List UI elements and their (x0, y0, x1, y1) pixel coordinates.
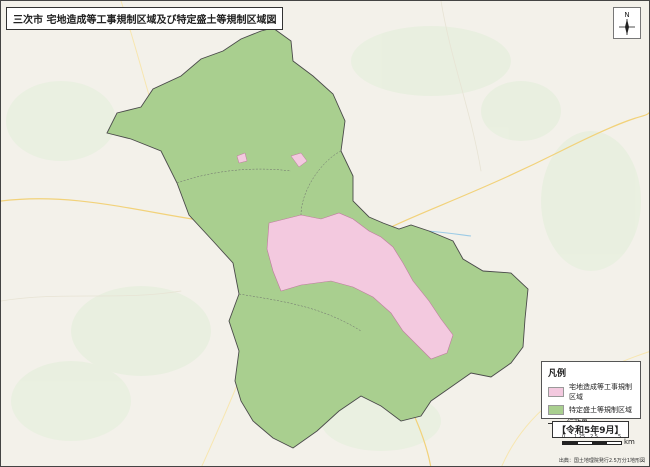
legend-label: 特定盛土等規制区域 (569, 406, 632, 414)
map-frame: 三次市 宅地造成等工事規制区域及び特定盛土等規制区域図 N 凡例 宅地造成等工事… (0, 0, 650, 467)
scale-bar-graphic (562, 441, 622, 445)
north-label: N (624, 11, 629, 19)
legend-title: 凡例 (548, 369, 567, 379)
scale-ticks: 0 1.25 2.5 5 (562, 434, 622, 440)
scale-tick-label: 2.5 (590, 434, 598, 440)
source-note: 出典：国土地理院発行2.5万分1地形図 (558, 458, 645, 464)
legend-item-tokutei: 特定盛土等規制区域 (548, 405, 634, 415)
scale-tick-label: 0 (562, 434, 566, 440)
scale-tick-label: 5 (618, 434, 622, 440)
legend-item-takuchi: 宅地造成等工事規制区域 (548, 382, 634, 402)
map-title: 三次市 宅地造成等工事規制区域及び特定盛土等規制区域図 (6, 7, 284, 30)
scale-bar: 0 1.25 2.5 5 km (562, 434, 640, 450)
scale-unit: km (624, 438, 635, 446)
legend-label: 宅地造成等工事規制区域 (569, 383, 632, 401)
north-arrow-icon: N (613, 7, 641, 39)
legend-swatch-takuchi (548, 387, 564, 397)
legend: 凡例 宅地造成等工事規制区域 特定盛土等規制区域 行政界 (541, 361, 641, 427)
legend-swatch-tokutei (548, 405, 564, 415)
scale-tick-label: 1.25 (574, 434, 586, 440)
